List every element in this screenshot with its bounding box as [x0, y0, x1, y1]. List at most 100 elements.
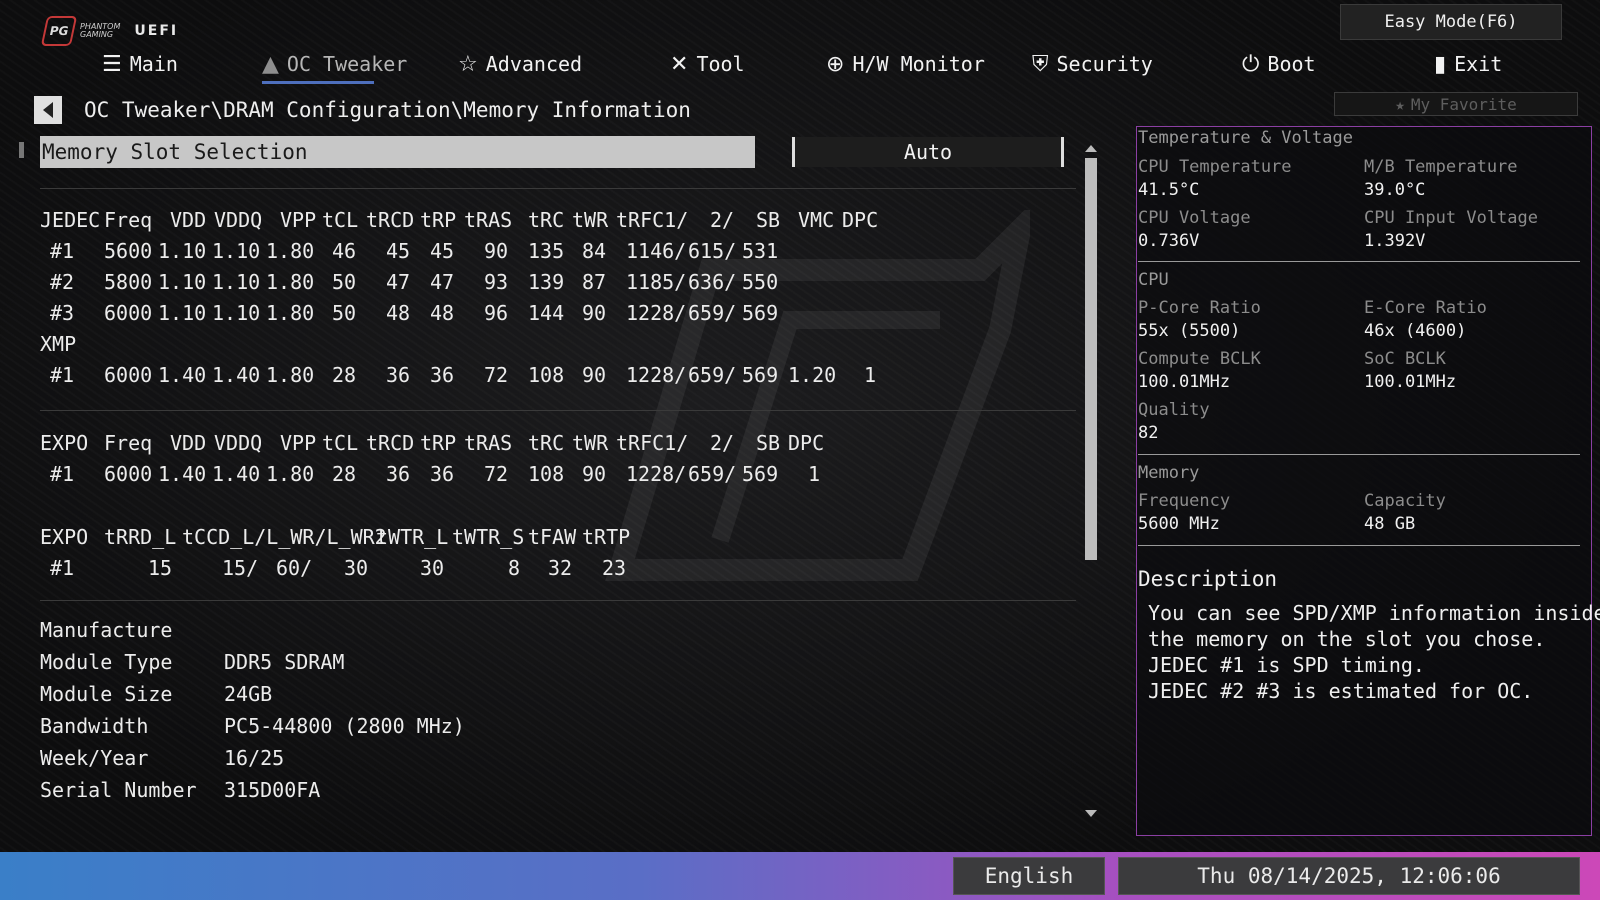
col-header: tRFC1/	[616, 208, 689, 232]
col-header: tCL	[322, 431, 359, 455]
divider	[1138, 261, 1580, 262]
back-button[interactable]	[34, 96, 62, 124]
col-header: VDDQ	[214, 431, 263, 455]
cell: 1.80	[266, 363, 315, 387]
col-header: SB	[756, 208, 781, 232]
tab-security[interactable]: ⛨ Security	[1032, 46, 1153, 82]
cell: 1.10	[158, 301, 207, 325]
cell: 90	[582, 301, 607, 325]
cell: 36	[430, 462, 455, 486]
divider	[1138, 454, 1580, 455]
tab-tool-label: Tool	[696, 52, 745, 76]
cell: 28	[332, 462, 357, 486]
col-header: DPC	[842, 208, 879, 232]
cell: 615/	[688, 239, 737, 263]
compute-bclk-label: Compute BCLK	[1138, 349, 1261, 369]
tab-advanced[interactable]: ☆ Advanced	[458, 46, 582, 82]
cell: 36	[430, 363, 455, 387]
col-header: VMC	[798, 208, 835, 232]
info-value: 315D00FA	[224, 778, 321, 802]
pcore-ratio-value: 55x (5500)	[1138, 321, 1241, 341]
scroll-down-arrow-icon[interactable]	[1085, 810, 1097, 817]
tab-tool[interactable]: ✕ Tool	[670, 46, 745, 82]
cell: 72	[484, 462, 509, 486]
cell: 5800	[104, 270, 153, 294]
col-header: VPP	[280, 431, 317, 455]
cell: #1	[50, 556, 75, 580]
rocket-icon: ▲	[262, 51, 279, 77]
mb-temp-label: M/B Temperature	[1364, 157, 1518, 177]
col-header: VDD	[170, 208, 207, 232]
shield-icon: ⛨	[1032, 51, 1049, 77]
tab-hw-monitor[interactable]: ⊕ H/W Monitor	[826, 46, 985, 82]
memory-frequency-label: Frequency	[1138, 491, 1231, 511]
language-button[interactable]: English	[953, 857, 1105, 895]
cell: 1	[864, 363, 877, 387]
cell: 45	[430, 239, 455, 263]
easy-mode-button[interactable]: Easy Mode(F6)	[1340, 4, 1562, 40]
cell: 1.10	[158, 239, 207, 263]
col-header: tFAW	[528, 525, 577, 549]
description-line: You can see SPD/XMP information inside	[1148, 601, 1600, 625]
soc-bclk-value: 100.01MHz	[1364, 372, 1457, 392]
cell: 15	[148, 556, 173, 580]
col-header: tWR	[572, 431, 609, 455]
tab-boot-label: Boot	[1267, 52, 1316, 76]
cpu-section-title: CPU	[1138, 270, 1169, 290]
scroll-up-arrow-icon[interactable]	[1085, 145, 1097, 152]
cell: 90	[484, 239, 509, 263]
cell: 30	[344, 556, 369, 580]
tab-security-label: Security	[1056, 52, 1153, 76]
col-header: EXPO	[40, 431, 89, 455]
col-header: tRCD	[366, 431, 415, 455]
cell: 1.40	[212, 462, 261, 486]
brand-name: PHANTOM GAMING	[80, 23, 120, 39]
my-favorite-label: My Favorite	[1410, 94, 1517, 114]
divider	[40, 410, 1076, 411]
tab-exit[interactable]: ▮ Exit	[1434, 46, 1502, 82]
cell: 569	[742, 363, 779, 387]
cell: 569	[742, 462, 779, 486]
cell: 108	[528, 363, 565, 387]
col-header: tRC	[528, 431, 565, 455]
cell: 659/	[688, 363, 737, 387]
tools-icon: ✕	[670, 51, 689, 77]
cell: 1.40	[158, 363, 207, 387]
info-value: 16/25	[224, 746, 285, 770]
cell: 15/	[222, 556, 259, 580]
memory-slot-selection-dropdown[interactable]: Auto	[792, 137, 1064, 167]
tab-oc-tweaker-label: OC Tweaker	[286, 52, 408, 76]
list-icon: ☰	[102, 51, 122, 77]
scrollbar-thumb[interactable]	[1085, 158, 1097, 560]
tab-advanced-label: Advanced	[485, 52, 583, 76]
memory-slot-selection-label[interactable]: Memory Slot Selection	[40, 136, 755, 168]
tab-main[interactable]: ☰ Main	[102, 46, 178, 82]
cell: #2	[50, 270, 75, 294]
cell: 30	[420, 556, 445, 580]
col-header: tRP	[420, 208, 457, 232]
info-value: PC5-44800 (2800 MHz)	[224, 714, 465, 738]
col-header: tRAS	[464, 208, 513, 232]
description-line: the memory on the slot you chose.	[1148, 627, 1546, 651]
col-header: DPC	[788, 431, 825, 455]
cell: 32	[548, 556, 573, 580]
col-header: tWTR_S	[452, 525, 525, 549]
mb-temp-value: 39.0°C	[1364, 180, 1426, 200]
manufacture-label: Manufacture	[40, 618, 173, 642]
cell: 1.80	[266, 270, 315, 294]
soc-bclk-label: SoC BCLK	[1364, 349, 1446, 369]
tab-boot[interactable]: ⏻ Boot	[1242, 46, 1316, 82]
tab-oc-tweaker[interactable]: ▲ OC Tweaker	[262, 46, 407, 82]
hw-panel-title: Temperature & Voltage	[1138, 128, 1353, 148]
cell: 569	[742, 301, 779, 325]
breadcrumb: OC Tweaker\DRAM Configuration\Memory Inf…	[84, 98, 691, 122]
ecore-ratio-label: E-Core Ratio	[1364, 298, 1487, 318]
my-favorite-button[interactable]: ★ My Favorite	[1334, 92, 1578, 116]
cpu-temp-label: CPU Temperature	[1138, 157, 1292, 177]
cell: 47	[430, 270, 455, 294]
cell: 139	[528, 270, 565, 294]
col-header: tCL	[322, 208, 359, 232]
info-value: DDR5 SDRAM	[224, 650, 345, 674]
cell: 48	[430, 301, 455, 325]
cell: 6000	[104, 301, 153, 325]
